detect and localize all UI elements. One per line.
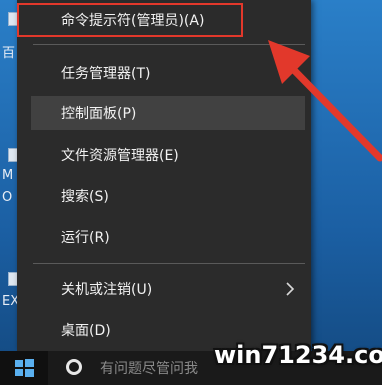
desktop-icon-label: O — [2, 190, 13, 205]
menu-separator — [33, 44, 305, 45]
menu-separator — [33, 263, 305, 264]
chevron-right-icon — [286, 282, 295, 296]
search-placeholder: 有问题尽管问我 — [100, 361, 198, 377]
start-button[interactable] — [0, 351, 48, 385]
desktop-background: 百 M O EX 命令提示符(管理员)(A) 任务管理器(T) 控制面板(P) … — [0, 0, 382, 385]
cortana-icon — [66, 359, 82, 375]
menu-item-label: 搜索(S) — [61, 189, 109, 205]
desktop-icon-label: M — [2, 168, 14, 183]
menu-item-task-manager[interactable]: 任务管理器(T) — [17, 56, 311, 90]
menu-item-label: 文件资源管理器(E) — [61, 148, 179, 164]
windows-logo-icon — [15, 359, 34, 377]
menu-item-label: 运行(R) — [61, 230, 110, 246]
desktop-icon-label: 百 — [2, 46, 16, 61]
menu-item-label: 控制面板(P) — [61, 106, 137, 122]
watermark-text: win71234.com — [214, 341, 382, 369]
menu-item-label: 任务管理器(T) — [61, 66, 151, 82]
menu-item-search[interactable]: 搜索(S) — [17, 179, 311, 213]
menu-item-control-panel[interactable]: 控制面板(P) — [31, 96, 305, 130]
menu-item-label: 桌面(D) — [61, 323, 111, 339]
winx-context-menu: 命令提示符(管理员)(A) 任务管理器(T) 控制面板(P) 文件资源管理器(E… — [17, 0, 311, 351]
highlight-annotation-box — [17, 3, 243, 37]
menu-item-label: 关机或注销(U) — [61, 282, 153, 298]
menu-item-shutdown-signout[interactable]: 关机或注销(U) — [17, 272, 311, 306]
menu-item-run[interactable]: 运行(R) — [17, 220, 311, 254]
menu-item-file-explorer[interactable]: 文件资源管理器(E) — [17, 138, 311, 172]
